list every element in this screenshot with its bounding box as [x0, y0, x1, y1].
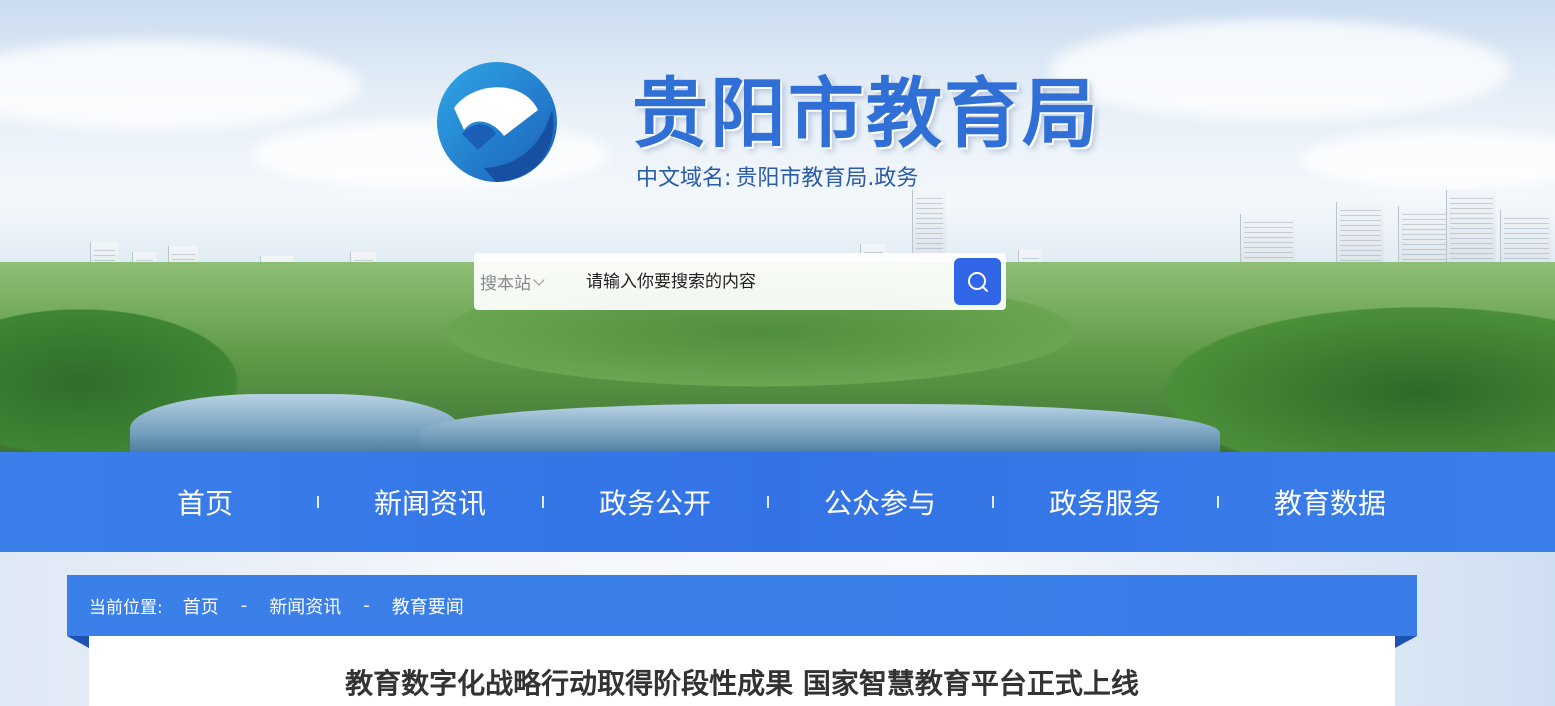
domain-value: 贵阳市教育局.政务: [735, 166, 919, 191]
breadcrumb-item-home[interactable]: 首页: [183, 593, 219, 619]
breadcrumb-separator: -: [363, 595, 370, 616]
domain-label: 中文域名:: [636, 166, 732, 191]
search-button[interactable]: [954, 258, 1001, 305]
breadcrumb-item-news[interactable]: 新闻资讯: [269, 593, 341, 619]
breadcrumb-separator: -: [240, 595, 248, 616]
search-input[interactable]: [554, 261, 954, 302]
main-nav: 首页 新闻资讯 政务公开 公众参与 政务服务 教育数据: [0, 452, 1555, 552]
ribbon-fold-right: [1395, 636, 1417, 648]
breadcrumb-prefix: 当前位置:: [89, 598, 163, 618]
chevron-down-icon: [533, 273, 545, 286]
site-logo-icon[interactable]: [434, 50, 560, 188]
nav-item-home[interactable]: 首页: [93, 482, 318, 522]
ribbon-fold-left: [67, 636, 89, 648]
lake: [420, 404, 1220, 452]
search-icon: [967, 271, 988, 292]
article-title: 教育数字化战略行动取得阶段性成果 国家智慧教育平台正式上线: [345, 667, 1139, 700]
chinese-domain-line: 中文域名: 贵阳市教育局.政务: [636, 160, 918, 192]
cloud: [1300, 130, 1555, 190]
header-banner: 贵阳市教育局 中文域名: 贵阳市教育局.政务 搜本站: [0, 0, 1555, 452]
nav-item-education-data[interactable]: 教育数据: [1216, 482, 1443, 522]
search-scope-label: 搜本站: [480, 274, 531, 294]
breadcrumb-item-education-headlines[interactable]: 教育要闻: [392, 593, 464, 619]
nav-item-gov-services[interactable]: 政务服务: [991, 482, 1218, 522]
search-bar: 搜本站: [474, 253, 1006, 310]
nav-item-gov-affairs-disclosure[interactable]: 政务公开: [541, 482, 768, 522]
nav-item-public-participation[interactable]: 公众参与: [766, 482, 993, 522]
cloud: [0, 40, 360, 130]
nav-item-news[interactable]: 新闻资讯: [316, 482, 543, 522]
site-title: 贵阳市教育局: [632, 69, 1100, 158]
breadcrumb: 当前位置: 首页 - 新闻资讯 - 教育要闻: [67, 575, 1417, 636]
lake: [130, 394, 460, 452]
cloud: [1050, 20, 1510, 120]
article-card: 教育数字化战略行动取得阶段性成果 国家智慧教育平台正式上线: [89, 636, 1395, 706]
search-scope-dropdown[interactable]: 搜本站: [474, 269, 554, 294]
